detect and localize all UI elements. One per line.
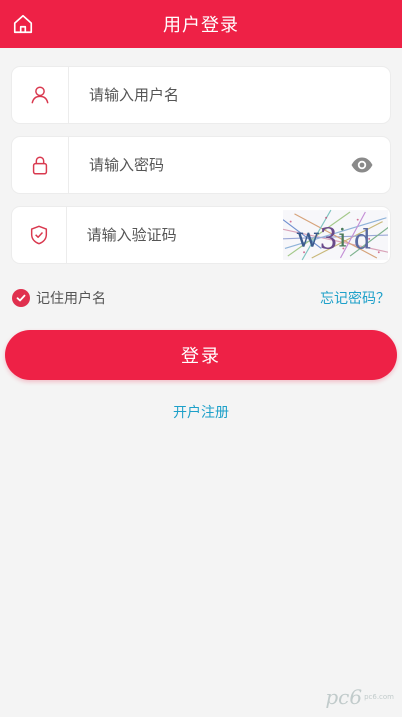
username-field — [12, 66, 390, 124]
login-button[interactable]: 登录 — [5, 330, 397, 380]
eye-icon — [351, 157, 373, 173]
svg-text:i: i — [338, 223, 346, 252]
svg-text:d: d — [354, 224, 371, 255]
svg-text:w: w — [296, 222, 319, 253]
captcha-input[interactable] — [84, 206, 283, 264]
svg-text:3: 3 — [319, 221, 337, 255]
app-header: 用户登录 — [0, 0, 402, 48]
checkbox-checked-indicator — [12, 289, 30, 307]
forgot-password-link[interactable]: 忘记密码？ — [320, 288, 390, 308]
watermark-small-text: pc6.com — [364, 693, 394, 701]
register-link[interactable]: 开户注册 — [0, 402, 402, 422]
watermark-text: pc6 — [325, 685, 363, 709]
remember-username-checkbox[interactable]: 记住用户名 — [12, 288, 106, 308]
show-password-toggle[interactable] — [342, 145, 382, 185]
home-button[interactable] — [11, 12, 35, 36]
shield-icon — [30, 225, 47, 245]
captcha-field: w 3 i d — [12, 206, 390, 264]
lock-icon — [32, 156, 48, 175]
remember-username-label: 记住用户名 — [36, 291, 106, 307]
check-icon — [16, 294, 26, 302]
username-input[interactable] — [87, 66, 390, 124]
password-input[interactable] — [87, 136, 342, 194]
page-title: 用户登录 — [163, 15, 239, 36]
user-icon — [31, 86, 49, 104]
home-icon — [13, 14, 33, 34]
captcha-image[interactable]: w 3 i d — [282, 209, 388, 261]
watermark: pc6 pc6.com — [325, 685, 394, 709]
password-field — [12, 136, 390, 194]
